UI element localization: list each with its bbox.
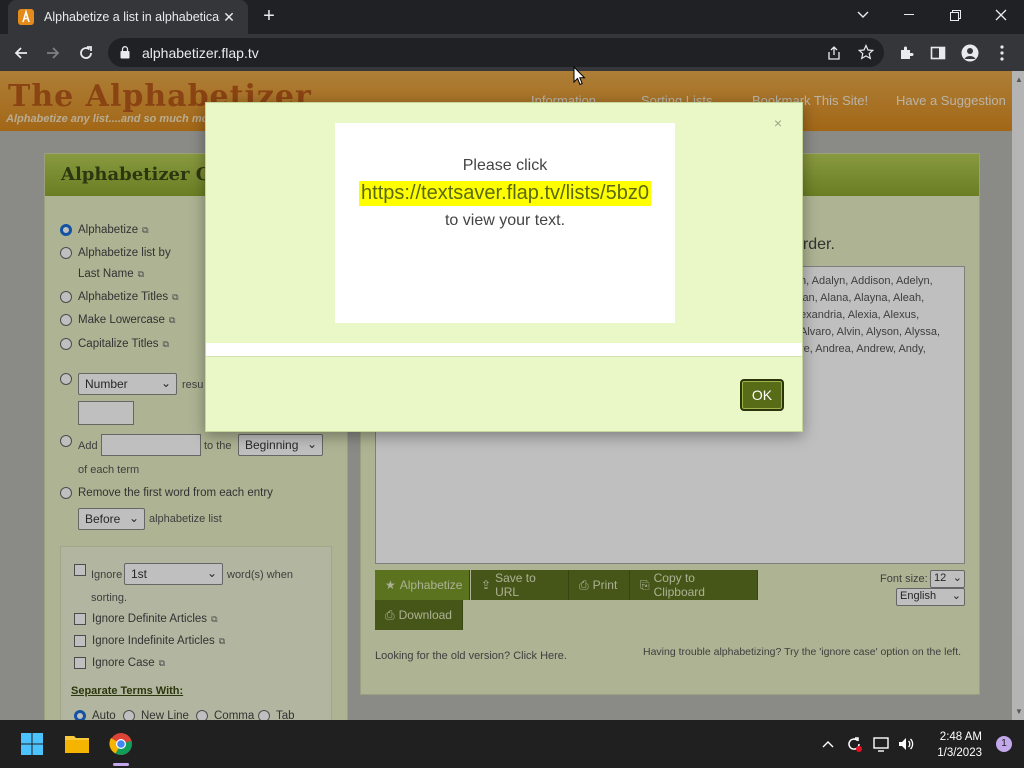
sync-icon[interactable] [843, 730, 865, 758]
bookmark-star-icon[interactable] [858, 44, 874, 60]
browser-tab-strip: Alphabetize a list in alphabetical ✕ + [0, 0, 1024, 34]
windows-taskbar: 2:48 AM 1/3/2023 1 [0, 720, 1024, 768]
profile-avatar-icon[interactable] [957, 40, 983, 66]
new-tab-icon[interactable]: + [258, 6, 280, 28]
side-panel-icon[interactable] [925, 40, 951, 66]
minimize-icon[interactable] [886, 0, 932, 30]
windows-start-icon[interactable] [18, 730, 46, 758]
more-menu-icon[interactable] [989, 40, 1015, 66]
lock-icon [120, 46, 130, 59]
browser-toolbar: alphabetizer.flap.tv [0, 34, 1024, 71]
active-app-indicator [113, 763, 129, 766]
browser-tab[interactable]: Alphabetize a list in alphabetical ✕ [8, 0, 248, 34]
restore-icon[interactable] [932, 0, 978, 30]
textsaver-link[interactable]: https://textsaver.flap.tv/lists/5bz0 [359, 181, 651, 206]
close-window-icon[interactable] [978, 0, 1024, 30]
file-explorer-icon[interactable] [63, 730, 91, 758]
address-bar[interactable]: alphabetizer.flap.tv [108, 38, 884, 67]
notification-badge[interactable]: 1 [996, 736, 1012, 752]
clock-date: 1/3/2023 [937, 747, 982, 759]
network-icon[interactable] [871, 730, 893, 758]
url-text: alphabetizer.flap.tv [142, 45, 259, 61]
show-hidden-icons-icon[interactable] [818, 730, 838, 758]
extensions-icon[interactable] [893, 40, 919, 66]
site-favicon-icon [18, 9, 34, 25]
close-icon[interactable]: × [774, 115, 782, 131]
forward-icon[interactable] [40, 40, 66, 66]
dialog-divider [206, 343, 802, 357]
tab-close-icon[interactable]: ✕ [220, 9, 238, 26]
volume-icon[interactable] [895, 730, 917, 758]
dialog-line-please-click: Please click [462, 157, 548, 174]
tab-search-icon[interactable] [840, 0, 886, 30]
dialog-line-view-text: to view your text. [444, 212, 566, 229]
back-icon[interactable] [8, 40, 34, 66]
chrome-taskbar-icon[interactable] [107, 730, 135, 758]
dialog-message-box: Please click https://textsaver.flap.tv/l… [335, 123, 675, 323]
share-link-dialog: × Please click https://textsaver.flap.tv… [205, 102, 803, 432]
share-icon[interactable] [826, 45, 842, 61]
reload-icon[interactable] [73, 40, 99, 66]
tab-title: Alphabetize a list in alphabetical [44, 10, 220, 24]
clock-time: 2:48 AM [939, 731, 982, 743]
ok-button[interactable]: OK [740, 379, 784, 411]
mouse-cursor-icon [573, 66, 586, 86]
taskbar-clock[interactable]: 2:48 AM 1/3/2023 [937, 729, 982, 761]
